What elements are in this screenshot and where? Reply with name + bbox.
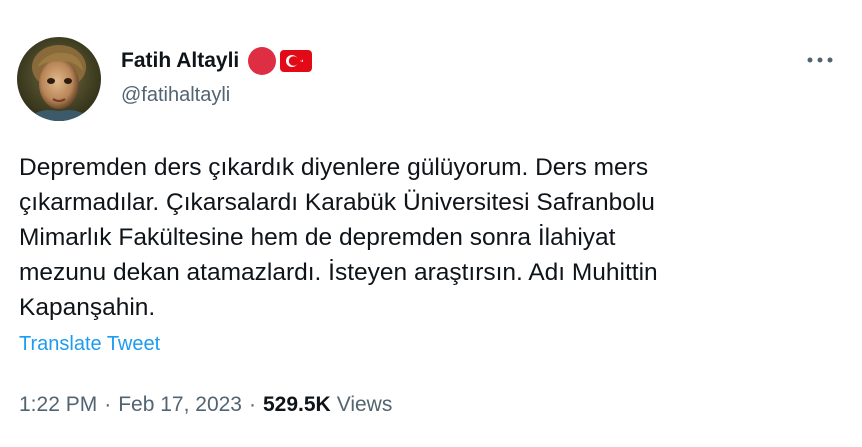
tweet-text: Depremden ders çıkardık diyenlere gülüyo…: [19, 154, 658, 321]
author-name-row: Fatih Altayli: [121, 46, 313, 76]
avatar-image: [17, 37, 101, 121]
views-count: 529.5K: [262, 393, 331, 416]
translate-tweet-link[interactable]: Translate Tweet: [19, 333, 160, 356]
author-display-name[interactable]: Fatih Altayli: [121, 49, 239, 73]
tweet-time[interactable]: 1:22 PM: [19, 393, 97, 417]
tweet: Fatih Altayli @fatihaltayli Depremden de…: [0, 0, 862, 447]
red-circle-icon: [248, 47, 277, 75]
tweet-date[interactable]: Feb 17, 2023: [118, 393, 242, 417]
separator-dot: ·: [248, 393, 256, 416]
more-options-button[interactable]: [800, 47, 840, 73]
more-icon: [807, 57, 833, 63]
views-label: Views: [336, 393, 393, 416]
separator-dot: ·: [104, 393, 112, 416]
turkey-flag-icon: [280, 50, 313, 72]
avatar[interactable]: [17, 37, 101, 121]
author-handle[interactable]: @fatihaltayli: [121, 84, 230, 107]
tweet-metadata: 1:22 PM · Feb 17, 2023 · 529.5K Views: [19, 393, 392, 417]
